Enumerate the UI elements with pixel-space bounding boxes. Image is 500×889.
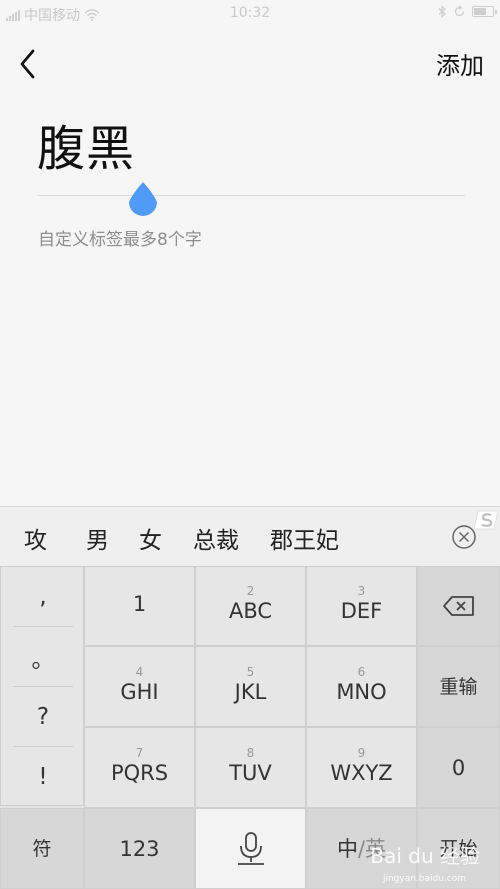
key-9[interactable]: 9 WXYZ — [306, 727, 417, 808]
backspace-icon — [442, 596, 474, 616]
key-label: 0 — [451, 755, 466, 780]
key-number: 9 — [357, 745, 366, 760]
key-label: JKL — [234, 679, 267, 704]
candidate-word[interactable]: 男 — [86, 521, 109, 555]
status-time: 10:32 — [229, 5, 271, 21]
key-label: MNO — [336, 679, 387, 704]
numbers-key[interactable]: 123 — [84, 808, 195, 889]
punct-key-comma[interactable]: , — [13, 567, 73, 627]
label-input[interactable]: 腹黑 — [37, 118, 465, 196]
key-6[interactable]: 6 MNO — [306, 646, 417, 727]
status-right — [438, 5, 497, 18]
key-number: 4 — [135, 664, 144, 679]
key-label: 重输 — [439, 675, 478, 698]
key-1[interactable]: 1 — [84, 566, 195, 646]
candidate-word[interactable]: 总裁 — [193, 521, 239, 555]
candidate-bar: 攻 男 女 总裁 郡王妃 — [0, 506, 500, 566]
key-label: 123 — [119, 836, 160, 861]
key-label: 1 — [132, 592, 147, 616]
voice-input-key[interactable] — [195, 808, 306, 889]
punctuation-column: , 。 ? ! — [0, 566, 84, 806]
key-label: TUV — [229, 760, 272, 785]
key-7[interactable]: 7 PQRS — [84, 727, 195, 808]
key-number: 8 — [246, 745, 255, 760]
key-2[interactable]: 2 ABC — [195, 566, 306, 646]
key-number: 3 — [357, 584, 366, 598]
candidate-word[interactable]: 攻 — [24, 521, 47, 555]
candidate-word[interactable]: 郡王妃 — [270, 521, 339, 555]
keyboard: 攻 男 女 总裁 郡王妃 , 。 ? ! 1 2 ABC 3 DEF 4 GHI… — [0, 506, 500, 889]
backspace-key[interactable] — [417, 566, 500, 646]
text-cursor-handle[interactable] — [124, 180, 162, 224]
back-button[interactable] — [8, 42, 48, 86]
chevron-left-icon — [20, 49, 35, 79]
key-3[interactable]: 3 DEF — [306, 566, 417, 646]
key-label: GHI — [120, 679, 159, 704]
punct-key-question[interactable]: ? — [13, 687, 73, 747]
key-label: WXYZ — [330, 760, 393, 785]
candidate-word[interactable]: 女 — [139, 521, 162, 555]
label-input-value: 腹黑 — [37, 121, 136, 177]
lang-separator: / — [357, 836, 366, 861]
retype-key[interactable]: 重输 — [417, 646, 500, 727]
symbols-key[interactable]: 符 — [0, 808, 84, 889]
lang-zh-label: 中 — [336, 836, 358, 861]
nav-bar: 添加 — [0, 28, 500, 100]
sogou-logo-icon — [473, 510, 499, 530]
key-label: DEF — [340, 599, 383, 623]
punct-key-period[interactable]: 。 — [13, 627, 73, 687]
baidu-watermark-url: jingyan.baidu.com — [382, 874, 466, 884]
rotation-lock-icon — [454, 5, 465, 17]
battery-icon — [472, 6, 497, 17]
key-4[interactable]: 4 GHI — [84, 646, 195, 727]
key-number: 7 — [135, 745, 144, 760]
key-0[interactable]: 0 — [417, 727, 500, 808]
punct-key-exclaim[interactable]: ! — [13, 747, 73, 807]
add-button[interactable]: 添加 — [436, 46, 484, 81]
key-number: 5 — [246, 664, 255, 679]
key-label: PQRS — [110, 760, 169, 785]
key-8[interactable]: 8 TUV — [195, 727, 306, 808]
key-number: 2 — [246, 584, 255, 598]
bluetooth-icon — [438, 5, 446, 18]
label-hint: 自定义标签最多8个字 — [38, 230, 202, 250]
microphone-icon — [237, 831, 264, 865]
key-label: ABC — [228, 599, 273, 623]
key-label: 符 — [32, 837, 52, 860]
key-5[interactable]: 5 JKL — [195, 646, 306, 727]
status-bar: 中国移动 10:32 — [0, 0, 500, 28]
baidu-watermark: Bai du 经验 — [370, 844, 480, 868]
key-number: 6 — [357, 664, 366, 679]
